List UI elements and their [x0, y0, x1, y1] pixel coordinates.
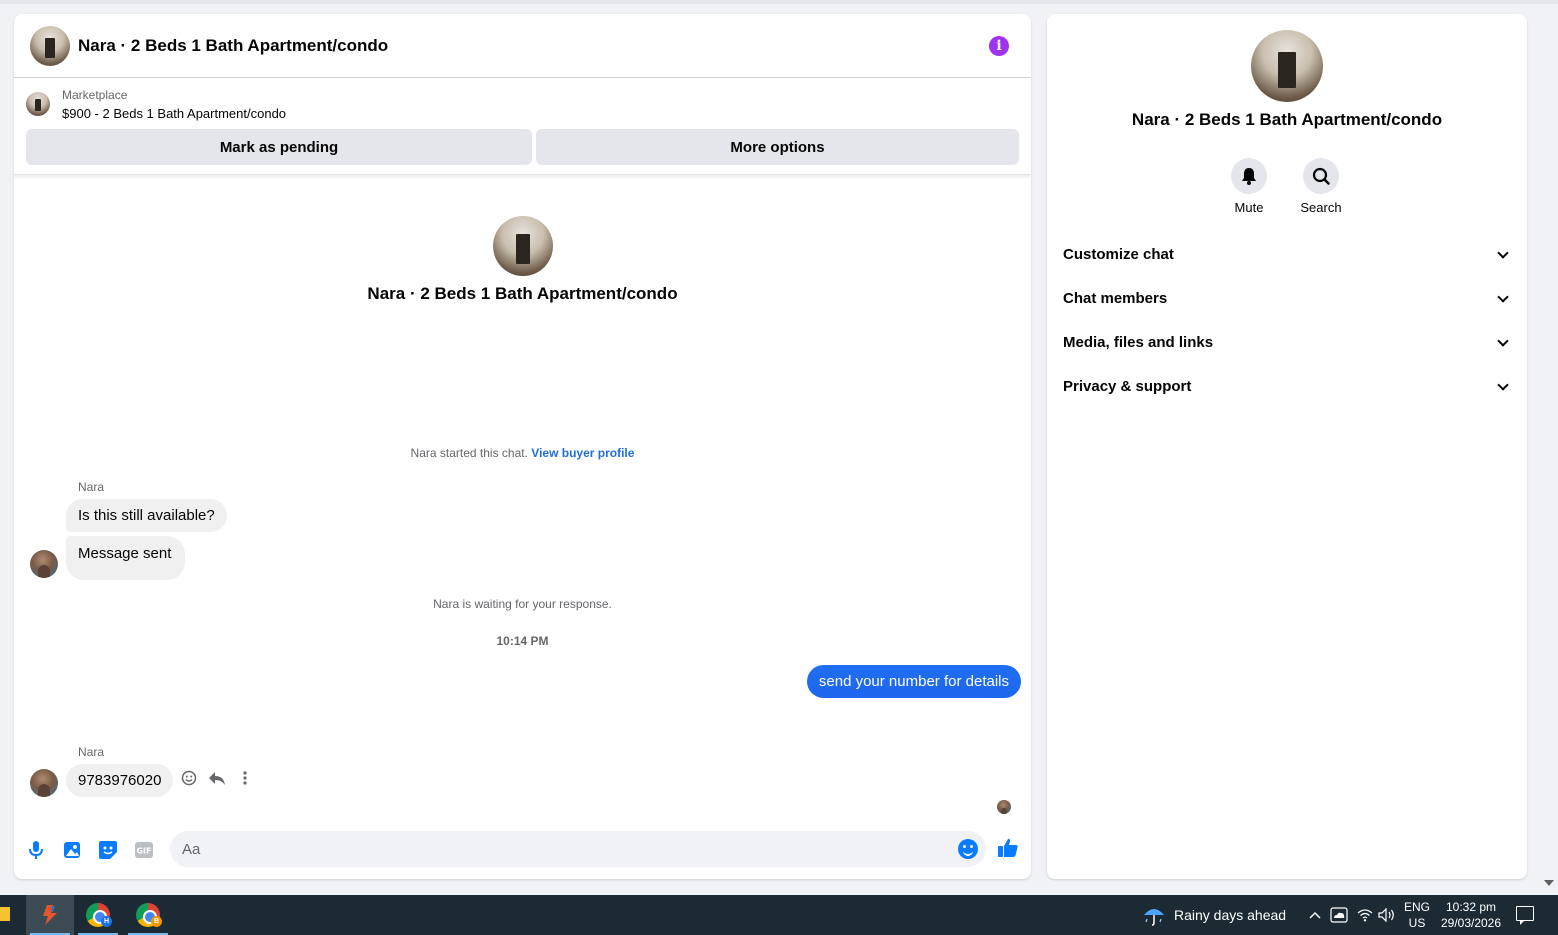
- clock-date: 29/03/2026: [1440, 916, 1502, 930]
- marketplace-bar: Marketplace $900 - 2 Beds 1 Bath Apartme…: [14, 78, 1031, 175]
- input-language[interactable]: ENG US: [1400, 899, 1434, 931]
- mark-as-pending-button[interactable]: Mark as pending: [26, 129, 532, 165]
- message-bubble[interactable]: Message sent: [66, 536, 186, 580]
- section-label: Chat members: [1063, 289, 1168, 307]
- bell-icon: [1231, 158, 1267, 194]
- more-icon[interactable]: [236, 769, 254, 787]
- profile-title: Nara · 2 Beds 1 Bath Apartment/condo: [1131, 110, 1443, 129]
- sender-name: Nara: [78, 745, 105, 759]
- chevron-up-icon[interactable]: [1306, 895, 1324, 935]
- started-text: Nara started this chat.: [410, 446, 528, 460]
- section-media-files-links[interactable]: Media, files and links: [1047, 324, 1527, 360]
- more-options-button[interactable]: More options: [536, 129, 1019, 165]
- volume-icon[interactable]: [1376, 895, 1398, 935]
- message-timestamp: 10:14 PM: [496, 634, 549, 648]
- profile-badge-b: B: [151, 916, 162, 927]
- message-bubble[interactable]: 9783976020: [66, 764, 174, 797]
- search-icon: [1303, 158, 1339, 194]
- sender-avatar[interactable]: [30, 769, 58, 797]
- seen-indicator-avatar: [997, 800, 1011, 814]
- file-explorer-icon[interactable]: [0, 907, 10, 921]
- taskbar-app-active[interactable]: [26, 895, 74, 935]
- section-chat-members[interactable]: Chat members: [1047, 280, 1527, 316]
- notification-icon[interactable]: [1516, 906, 1534, 925]
- chat-header: Nara · 2 Beds 1 Bath Apartment/condo i: [14, 14, 1031, 78]
- language-code: ENG: [1403, 900, 1430, 914]
- composer: GIF: [14, 829, 1031, 869]
- svg-text:GIF: GIF: [136, 847, 151, 856]
- section-customize-chat[interactable]: Customize chat: [1047, 236, 1527, 272]
- profile-avatar[interactable]: [1251, 30, 1323, 102]
- onedrive-icon[interactable]: [1328, 895, 1350, 935]
- reply-icon[interactable]: [208, 769, 226, 787]
- gif-icon[interactable]: GIF: [133, 839, 155, 861]
- waiting-notice: Nara is waiting for your response.: [433, 597, 612, 611]
- weather-text: Rainy days ahead: [1174, 907, 1287, 923]
- clock-time: 10:32 pm: [1445, 900, 1497, 914]
- listing-avatar[interactable]: [30, 25, 70, 66]
- search-button[interactable]: Search: [1291, 158, 1351, 215]
- wifi-icon[interactable]: [1354, 895, 1376, 935]
- chevron-down-icon: [1497, 379, 1509, 391]
- system-clock[interactable]: 10:32 pm 29/03/2026: [1438, 899, 1504, 931]
- like-icon[interactable]: [997, 837, 1019, 859]
- chat-started-notice: Nara started this chat. View buyer profi…: [14, 446, 1031, 460]
- region-code: US: [1408, 916, 1426, 930]
- photo-icon[interactable]: [61, 839, 83, 861]
- my-message-bubble[interactable]: send your number for details: [806, 665, 1021, 698]
- taskbar-chrome-profile-b[interactable]: B: [124, 895, 172, 935]
- mute-button[interactable]: Mute: [1219, 158, 1279, 215]
- section-label: Customize chat: [1063, 245, 1174, 263]
- chat-intro-avatar: [493, 216, 553, 276]
- section-label: Media, files and links: [1063, 333, 1214, 351]
- listing-thumbnail[interactable]: [26, 92, 50, 116]
- profile-badge-h: H: [101, 916, 112, 927]
- section-privacy-support[interactable]: Privacy & support: [1047, 368, 1527, 404]
- chat-title[interactable]: Nara · 2 Beds 1 Bath Apartment/condo: [78, 36, 388, 56]
- scroll-down-arrow-icon[interactable]: [1544, 880, 1554, 886]
- info-icon[interactable]: i: [989, 36, 1009, 56]
- microphone-icon[interactable]: [25, 839, 47, 861]
- message-bubble[interactable]: Is this still available?: [66, 499, 227, 532]
- listing-title[interactable]: $900 - 2 Beds 1 Bath Apartment/condo: [62, 106, 286, 121]
- sender-avatar[interactable]: [30, 550, 58, 578]
- taskbar-chrome-profile-h[interactable]: H: [74, 895, 122, 935]
- app-icon: [43, 905, 57, 925]
- section-label: Privacy & support: [1063, 377, 1192, 395]
- mute-label: Mute: [1234, 200, 1264, 215]
- search-label: Search: [1300, 200, 1342, 215]
- chevron-down-icon: [1497, 247, 1509, 259]
- taskbar: H B Rainy days ahead ENG US 10:32 pm 29/…: [0, 895, 1558, 935]
- chat-intro-title: Nara · 2 Beds 1 Bath Apartment/condo: [367, 284, 678, 303]
- view-buyer-profile-link[interactable]: View buyer profile: [531, 446, 634, 460]
- sticker-icon[interactable]: [97, 839, 119, 861]
- chevron-down-icon: [1497, 335, 1509, 347]
- message-input[interactable]: [170, 831, 986, 867]
- sender-name: Nara: [78, 480, 105, 494]
- message-actions: [180, 769, 254, 787]
- react-icon[interactable]: [180, 769, 198, 787]
- chat-panel: Nara · 2 Beds 1 Bath Apartment/condo i M…: [14, 14, 1031, 879]
- umbrella-icon: [1144, 909, 1164, 926]
- top-strip: [0, 0, 1558, 4]
- emoji-icon[interactable]: [958, 839, 978, 859]
- marketplace-label: Marketplace: [62, 88, 128, 102]
- chat-info-panel: Nara · 2 Beds 1 Bath Apartment/condo Mut…: [1047, 14, 1527, 879]
- chevron-down-icon: [1497, 291, 1509, 303]
- weather-widget[interactable]: Rainy days ahead: [1142, 895, 1286, 935]
